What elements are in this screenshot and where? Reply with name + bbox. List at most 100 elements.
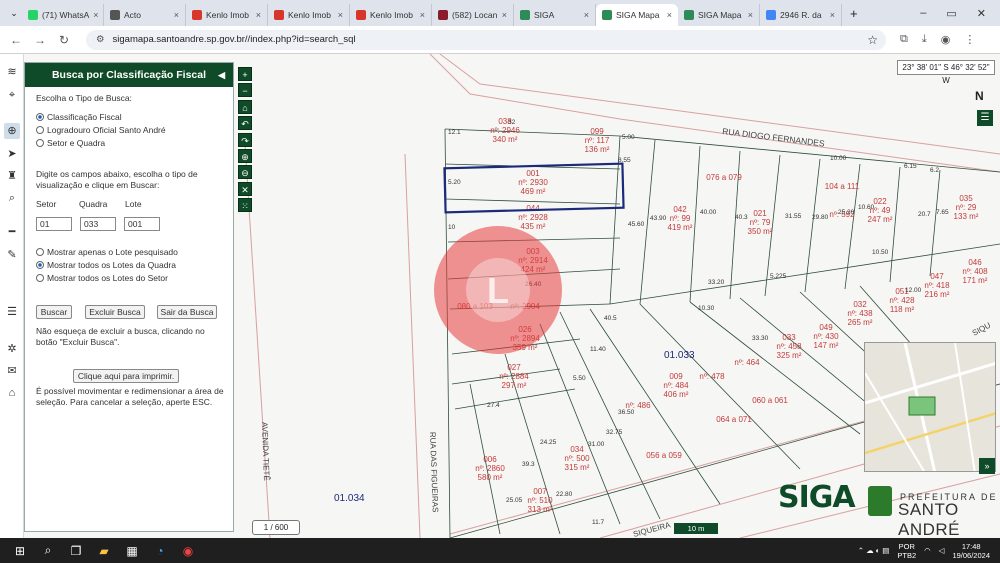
navigation-icon[interactable]: ➤ <box>4 146 20 162</box>
lot-label-area: 340 m² <box>493 135 518 144</box>
view-option[interactable]: Mostrar todos os Lotes do Setor <box>36 273 168 284</box>
browser-tab[interactable]: SIGA Mapa × <box>596 4 678 26</box>
measure-icon[interactable]: ━ <box>4 224 20 240</box>
tab-close-icon[interactable]: × <box>334 10 343 20</box>
tab-close-icon[interactable]: × <box>498 10 507 20</box>
search-type-option[interactable]: Classificação Fiscal <box>36 112 122 123</box>
url-field[interactable]: ⚙ sigamapa.santoandre.sp.gov.br//index.p… <box>86 29 886 50</box>
tab-title: (582) Locan <box>452 10 498 20</box>
home-icon[interactable]: ⌂ <box>4 385 20 401</box>
profile-avatar[interactable]: ◉ <box>941 33 951 46</box>
tab-close-icon[interactable]: × <box>580 10 589 20</box>
search-type-option[interactable]: Logradouro Oficial Santo André <box>36 125 166 136</box>
browser-tab[interactable]: Acto × <box>104 4 186 26</box>
browser-tab[interactable]: 2946 R. da × <box>760 4 842 26</box>
dimension-label: 10.60 <box>858 204 875 211</box>
zoom-in-box-icon[interactable]: + <box>238 67 252 81</box>
tab-close-icon[interactable]: × <box>252 10 261 20</box>
lot-label-code: 021 <box>753 209 767 218</box>
browser-tab[interactable]: SIGA × <box>514 4 596 26</box>
select-area-icon[interactable]: ⁙ <box>238 198 252 213</box>
search-zoom-icon[interactable]: ⊕ <box>4 123 20 139</box>
quadra-input[interactable]: 033 <box>80 217 116 231</box>
scale-bar: 10 m <box>674 523 718 534</box>
home-extent-icon[interactable]: ⌂ <box>238 99 252 114</box>
store-icon[interactable]: ▦ <box>118 544 146 558</box>
pencil-icon[interactable]: ✎ <box>4 247 20 263</box>
site-info-icon[interactable]: ⚙ <box>96 34 105 45</box>
buscar-button[interactable]: Buscar <box>36 305 72 319</box>
browser-tab[interactable]: Kenlo Imob × <box>350 4 432 26</box>
tray-icons[interactable]: ⌃ ☁ ◐ ▤ <box>858 546 890 555</box>
tab-close-icon[interactable]: × <box>416 10 425 20</box>
windows-taskbar: ⊞ ⌕ ❐ ▰ ▦ ◔ ◉ ⌃ ☁ ◐ ▤ POR PTB2 ◠ ◁ 17:48 1… <box>0 538 1000 563</box>
setor-label: Setor <box>36 199 57 209</box>
print-button[interactable]: Clique aqui para imprimir. <box>73 369 179 383</box>
chrome-icon[interactable]: ◉ <box>174 544 202 558</box>
tab-close-icon[interactable]: × <box>170 10 179 20</box>
minimize-icon[interactable]: – <box>920 7 926 20</box>
setor-input[interactable]: 01 <box>36 217 72 231</box>
view-option[interactable]: Mostrar todos os Lotes da Quadra <box>36 260 176 271</box>
download-icon[interactable]: ⤓ <box>922 33 927 46</box>
wifi-icon[interactable]: ◠ <box>924 546 931 555</box>
new-tab-button[interactable]: + <box>850 6 858 21</box>
tab-search-icon[interactable]: ⌄ <box>6 8 22 19</box>
tab-close-icon[interactable]: × <box>89 10 98 20</box>
view-option[interactable]: Mostrar apenas o Lote pesquisado <box>36 247 178 258</box>
reload-icon[interactable]: ↻ <box>52 33 76 47</box>
lot-label-num: nº: 510 <box>527 496 553 505</box>
move-note-2: seleção. Para cancelar a seleção, aperte… <box>36 397 213 407</box>
extensions-icon[interactable]: ⧉ <box>900 33 908 46</box>
edge-icon[interactable]: ◔ <box>146 544 174 558</box>
minimap-toggle-icon[interactable]: » <box>979 458 995 474</box>
search-type-option[interactable]: Setor e Quadra <box>36 138 105 149</box>
lot-label-code: 035 <box>959 194 973 203</box>
bookmark-star-icon[interactable]: ☆ <box>867 33 878 47</box>
tab-close-icon[interactable]: × <box>663 10 672 20</box>
windows-start-icon[interactable]: ⊞ <box>6 544 34 558</box>
settings-icon[interactable]: ✲ <box>4 341 20 357</box>
tab-close-icon[interactable]: × <box>826 10 835 20</box>
volume-icon[interactable]: ◁ <box>939 546 945 555</box>
tab-close-icon[interactable]: × <box>744 10 753 20</box>
browser-tab[interactable]: Kenlo Imob × <box>268 4 350 26</box>
menu-icon[interactable]: ⋮ <box>964 33 975 46</box>
excluir-busca-button[interactable]: Excluir Busca <box>85 305 145 319</box>
taskbar-search-icon[interactable]: ⌕ <box>34 543 62 558</box>
task-view-icon[interactable]: ❐ <box>62 544 90 558</box>
zoom-in-icon[interactable]: ⊕ <box>238 148 252 163</box>
layer-list-icon[interactable]: ☰ <box>977 110 993 126</box>
close-window-icon[interactable]: ✕ <box>977 7 986 20</box>
system-clock[interactable]: 17:48 19/06/2024 <box>952 542 990 560</box>
forward-icon[interactable]: → <box>28 33 52 47</box>
lot-label-num: nº: 29 <box>956 203 977 212</box>
browser-tab[interactable]: (582) Locan × <box>432 4 514 26</box>
zoom-out-box-icon[interactable]: − <box>238 83 252 98</box>
watermark-letter: L <box>487 270 509 311</box>
collapse-panel-icon[interactable]: ◀ <box>218 70 225 81</box>
clear-icon[interactable]: ✕ <box>238 181 252 196</box>
browser-tab[interactable]: Kenlo Imob × <box>186 4 268 26</box>
back-icon[interactable]: ← <box>4 33 28 47</box>
map-pin-icon[interactable]: ⌖ <box>4 87 20 103</box>
search-icon[interactable]: ⌕ <box>4 190 20 206</box>
zoom-out-icon[interactable]: ⊖ <box>238 165 252 180</box>
mail-icon[interactable]: ✉ <box>4 363 20 379</box>
layers-icon[interactable]: ≋ <box>4 64 20 80</box>
redo-icon[interactable]: ↷ <box>238 132 252 147</box>
overview-minimap[interactable] <box>864 342 996 472</box>
keyboard-layout[interactable]: POR PTB2 <box>897 542 916 560</box>
undo-icon[interactable]: ↶ <box>238 116 252 131</box>
lot-label-area: 419 m² <box>668 223 693 232</box>
sair-da-busca-button[interactable]: Sair da Busca <box>157 305 217 319</box>
file-explorer-icon[interactable]: ▰ <box>90 544 118 558</box>
search-panel: Busca por Classificação Fiscal ◀ Escolha… <box>24 62 234 532</box>
maximize-icon[interactable]: ▭ <box>946 7 956 20</box>
browser-tab[interactable]: (71) WhatsA × <box>22 4 104 26</box>
lot-label-num: nº: 2930 <box>518 178 548 187</box>
lote-input[interactable]: 001 <box>124 217 160 231</box>
browser-tab[interactable]: SIGA Mapa × <box>678 4 760 26</box>
database-icon[interactable]: ☰ <box>4 304 20 320</box>
binoculars-icon[interactable]: ♜ <box>4 168 20 184</box>
